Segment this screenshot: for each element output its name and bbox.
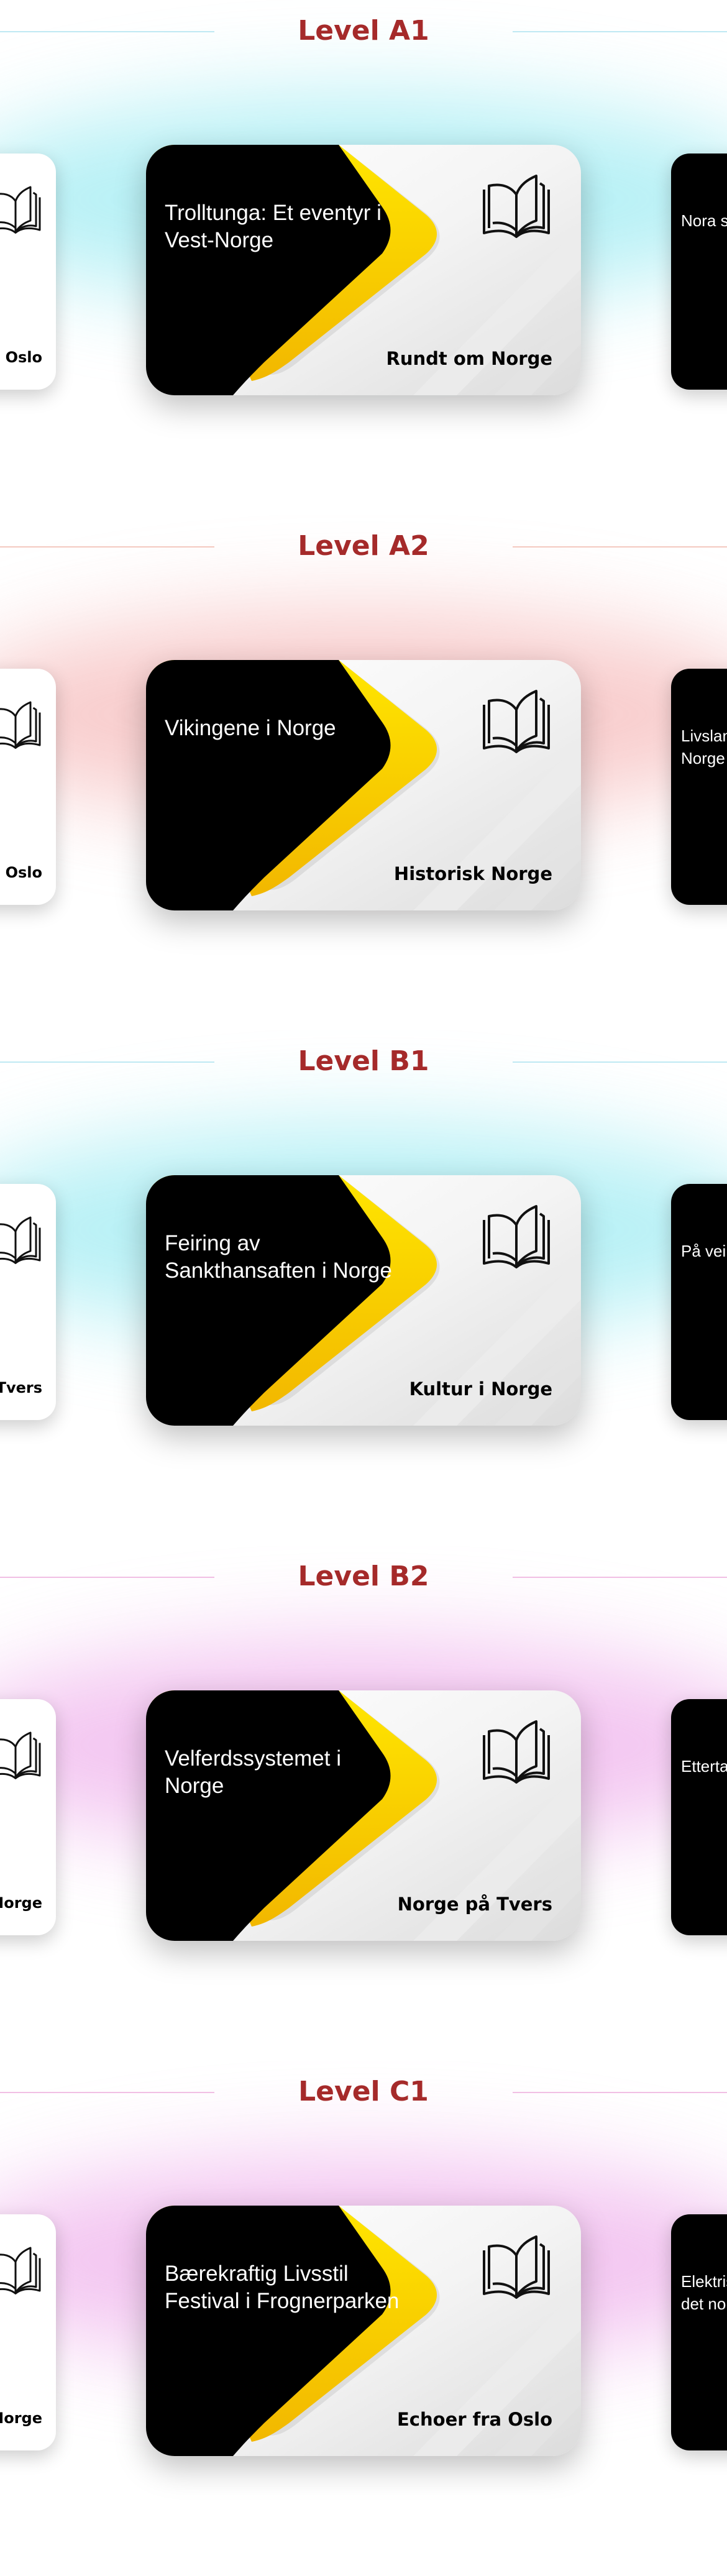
next-card-title: Nora si [681, 211, 727, 230]
open-book-icon [0, 2244, 43, 2300]
open-book-icon [479, 1201, 554, 1276]
story-title: Feiring av Sankthansaften i Norge [165, 1231, 392, 1283]
story-card[interactable]: Vikingene i Norge Historisk Norge [146, 660, 581, 910]
next-card[interactable]: På vei ti Lofoten [671, 1184, 727, 1420]
open-book-icon [479, 686, 554, 761]
previous-card-subtitle: Norge [0, 1894, 42, 1912]
previous-card-subtitle: ra Oslo [0, 864, 42, 881]
level-title: Level C1 [298, 2076, 429, 2107]
level-section: Level C1 Norge Bærekraftig Livsstil Festiv… [0, 2061, 727, 2576]
previous-card[interactable]: Norge [0, 2214, 56, 2450]
previous-card[interactable]: Norge [0, 1699, 56, 1935]
open-book-icon [0, 699, 43, 754]
story-category: Kultur i Norge [409, 1378, 552, 1400]
previous-card[interactable]: ra Oslo [0, 154, 56, 390]
previous-card[interactable]: å Tvers [0, 1184, 56, 1420]
level-title: Level B1 [298, 1045, 429, 1077]
open-book-icon [479, 171, 554, 245]
story-title: Bærekraftig Livsstil Festival i Frognerp… [165, 2262, 400, 2313]
next-card-title: Elektris kjøretøy det nor samfun [681, 2272, 727, 2313]
story-card[interactable]: Bærekraftig Livsstil Festival i Frognerp… [146, 2206, 581, 2456]
next-card-title: Ettertan Ekeberg [681, 1757, 727, 1776]
story-card[interactable]: Velferdssystemet i Norge Norge på Tvers [146, 1690, 581, 1941]
level-title: Level A1 [298, 15, 429, 47]
open-book-icon [479, 1717, 554, 1791]
open-book-icon [0, 1729, 43, 1785]
story-title: Trolltunga: Et eventyr i Vest-Norge [165, 201, 382, 252]
previous-card-subtitle: Norge [0, 2409, 42, 2427]
story-category: Echoer fra Oslo [397, 2409, 552, 2430]
story-category: Historisk Norge [393, 863, 552, 884]
open-book-icon [479, 2232, 554, 2306]
open-book-icon [0, 1214, 43, 1270]
next-card[interactable]: Nora si [671, 154, 727, 390]
level-section: Level B1 å Tvers Feiring av Sankthansaften… [0, 1030, 727, 1546]
level-section: Level A1 ra Oslo Trolltunga: Et eventyr i … [0, 0, 727, 515]
open-book-icon [0, 183, 43, 239]
next-card-title: På vei ti Lofoten [681, 1242, 727, 1260]
next-card-title: Livslan voksen Norge [681, 727, 727, 768]
previous-card-subtitle: å Tvers [0, 1379, 42, 1396]
level-section: Level B2 Norge Velferdssystemet i Norge Nor… [0, 1546, 727, 2061]
story-title: Vikingene i Norge [165, 716, 336, 740]
story-card[interactable]: Trolltunga: Et eventyr i Vest-Norge Rundt… [146, 145, 581, 395]
next-card[interactable]: Ettertan Ekeberg [671, 1699, 727, 1935]
story-category: Rundt om Norge [386, 348, 553, 369]
next-card[interactable]: Livslan voksen Norge [671, 669, 727, 905]
story-title: Velferdssystemet i Norge [165, 1746, 341, 1798]
level-title: Level B2 [298, 1561, 429, 1592]
story-card[interactable]: Feiring av Sankthansaften i Norge Kultur … [146, 1175, 581, 1426]
story-category: Norge på Tvers [397, 1894, 552, 1915]
level-section: Level A2 ra Oslo Vikingene i Norge Historis… [0, 515, 727, 1030]
previous-card-subtitle: ra Oslo [0, 349, 42, 366]
level-title: Level A2 [298, 530, 429, 562]
previous-card[interactable]: ra Oslo [0, 669, 56, 905]
next-card[interactable]: Elektris kjøretøy det nor samfun [671, 2214, 727, 2450]
